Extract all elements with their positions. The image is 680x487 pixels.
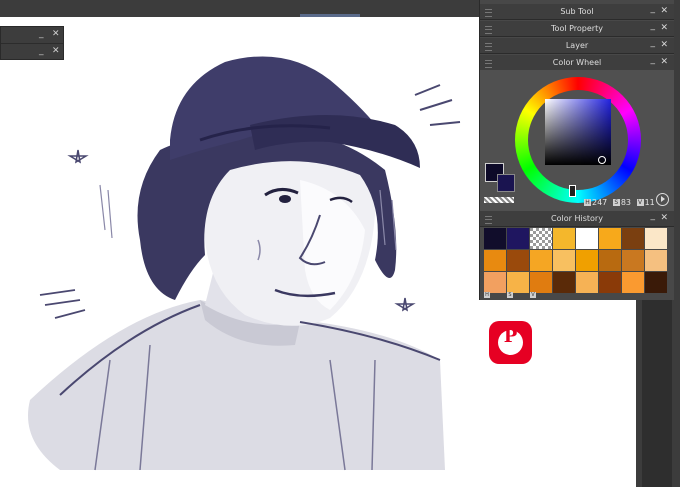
minimize-icon[interactable]: _ bbox=[651, 55, 656, 66]
history-swatch[interactable] bbox=[576, 272, 598, 293]
mini-panel-row-1: _ ✕ bbox=[1, 27, 63, 44]
history-swatch[interactable] bbox=[484, 272, 506, 293]
color-wheel-area bbox=[480, 70, 674, 212]
panel-title: Tool Property bbox=[551, 24, 603, 33]
v-value[interactable]: 11 bbox=[645, 198, 655, 207]
mini-panel-row-2: _ ✕ bbox=[1, 44, 63, 60]
panel-header-color-wheel[interactable]: Color Wheel _ ✕ bbox=[480, 55, 674, 71]
color-history-area: H S V bbox=[480, 227, 674, 300]
history-swatch[interactable] bbox=[622, 250, 644, 271]
panel-header-layer[interactable]: Layer _ ✕ bbox=[480, 38, 674, 54]
history-swatch[interactable] bbox=[553, 228, 575, 249]
mode-s-icon[interactable]: S bbox=[507, 292, 513, 298]
history-swatch[interactable] bbox=[507, 272, 529, 293]
panel-header-color-history[interactable]: Color History _ ✕ bbox=[480, 211, 674, 227]
history-swatch[interactable] bbox=[622, 228, 644, 249]
history-swatch[interactable] bbox=[530, 228, 552, 249]
history-swatch[interactable] bbox=[484, 250, 506, 271]
mode-v-icon[interactable]: V bbox=[530, 292, 536, 298]
close-icon[interactable]: ✕ bbox=[52, 46, 60, 56]
history-swatch[interactable] bbox=[507, 228, 529, 249]
hue-picker-handle[interactable] bbox=[569, 185, 576, 197]
history-swatch[interactable] bbox=[599, 250, 621, 271]
floating-mini-panel: _ ✕ _ ✕ bbox=[0, 26, 64, 60]
close-icon[interactable]: ✕ bbox=[660, 6, 668, 16]
s-value[interactable]: 83 bbox=[621, 198, 631, 207]
history-swatch[interactable] bbox=[645, 272, 667, 293]
h-label: H bbox=[584, 199, 591, 206]
mode-h-icon[interactable]: H bbox=[484, 292, 490, 298]
panel-title: Sub Tool bbox=[560, 7, 594, 16]
pinterest-icon[interactable]: P bbox=[489, 321, 532, 364]
history-swatch[interactable] bbox=[599, 228, 621, 249]
minimize-icon[interactable]: _ bbox=[39, 29, 44, 39]
history-swatch[interactable] bbox=[645, 250, 667, 271]
minimize-icon[interactable]: _ bbox=[651, 38, 656, 49]
panel-stack: Sub Tool _ ✕ Tool Property _ ✕ Layer _ ✕… bbox=[479, 0, 674, 300]
history-swatch[interactable] bbox=[530, 272, 552, 293]
history-swatch[interactable] bbox=[576, 250, 598, 271]
close-icon[interactable]: ✕ bbox=[52, 29, 60, 39]
panel-title: Color Wheel bbox=[552, 58, 602, 67]
v-label: V bbox=[636, 199, 644, 206]
history-swatch[interactable] bbox=[553, 272, 575, 293]
panel-title: Color History bbox=[551, 214, 603, 223]
play-icon[interactable] bbox=[656, 193, 669, 206]
close-icon[interactable]: ✕ bbox=[660, 23, 668, 33]
minimize-icon[interactable]: _ bbox=[651, 211, 656, 222]
history-swatch[interactable] bbox=[576, 228, 598, 249]
minimize-icon[interactable]: _ bbox=[651, 21, 656, 32]
sub-color-chip[interactable] bbox=[497, 174, 515, 192]
history-swatch[interactable] bbox=[599, 272, 621, 293]
history-swatch[interactable] bbox=[507, 250, 529, 271]
close-icon[interactable]: ✕ bbox=[660, 57, 668, 67]
hsv-readout: H 247 S 83 V 11 bbox=[584, 198, 658, 210]
color-history-grid bbox=[484, 228, 670, 293]
history-swatch[interactable] bbox=[530, 250, 552, 271]
close-icon[interactable]: ✕ bbox=[660, 213, 668, 223]
panel-header-tool-property[interactable]: Tool Property _ ✕ bbox=[480, 21, 674, 37]
transparent-color-chip[interactable] bbox=[484, 197, 514, 203]
minimize-icon[interactable]: _ bbox=[39, 46, 44, 56]
history-swatch[interactable] bbox=[553, 250, 575, 271]
sv-picker-handle[interactable] bbox=[598, 156, 606, 164]
close-icon[interactable]: ✕ bbox=[660, 40, 668, 50]
h-value[interactable]: 247 bbox=[592, 198, 607, 207]
panel-header-sub-tool[interactable]: Sub Tool _ ✕ bbox=[480, 4, 674, 20]
s-label: S bbox=[612, 199, 620, 206]
panel-title: Layer bbox=[565, 41, 589, 50]
pinterest-glyph: P bbox=[503, 326, 518, 347]
history-swatch[interactable] bbox=[484, 228, 506, 249]
minimize-icon[interactable]: _ bbox=[651, 4, 656, 15]
history-swatch[interactable] bbox=[645, 228, 667, 249]
history-swatch[interactable] bbox=[622, 272, 644, 293]
